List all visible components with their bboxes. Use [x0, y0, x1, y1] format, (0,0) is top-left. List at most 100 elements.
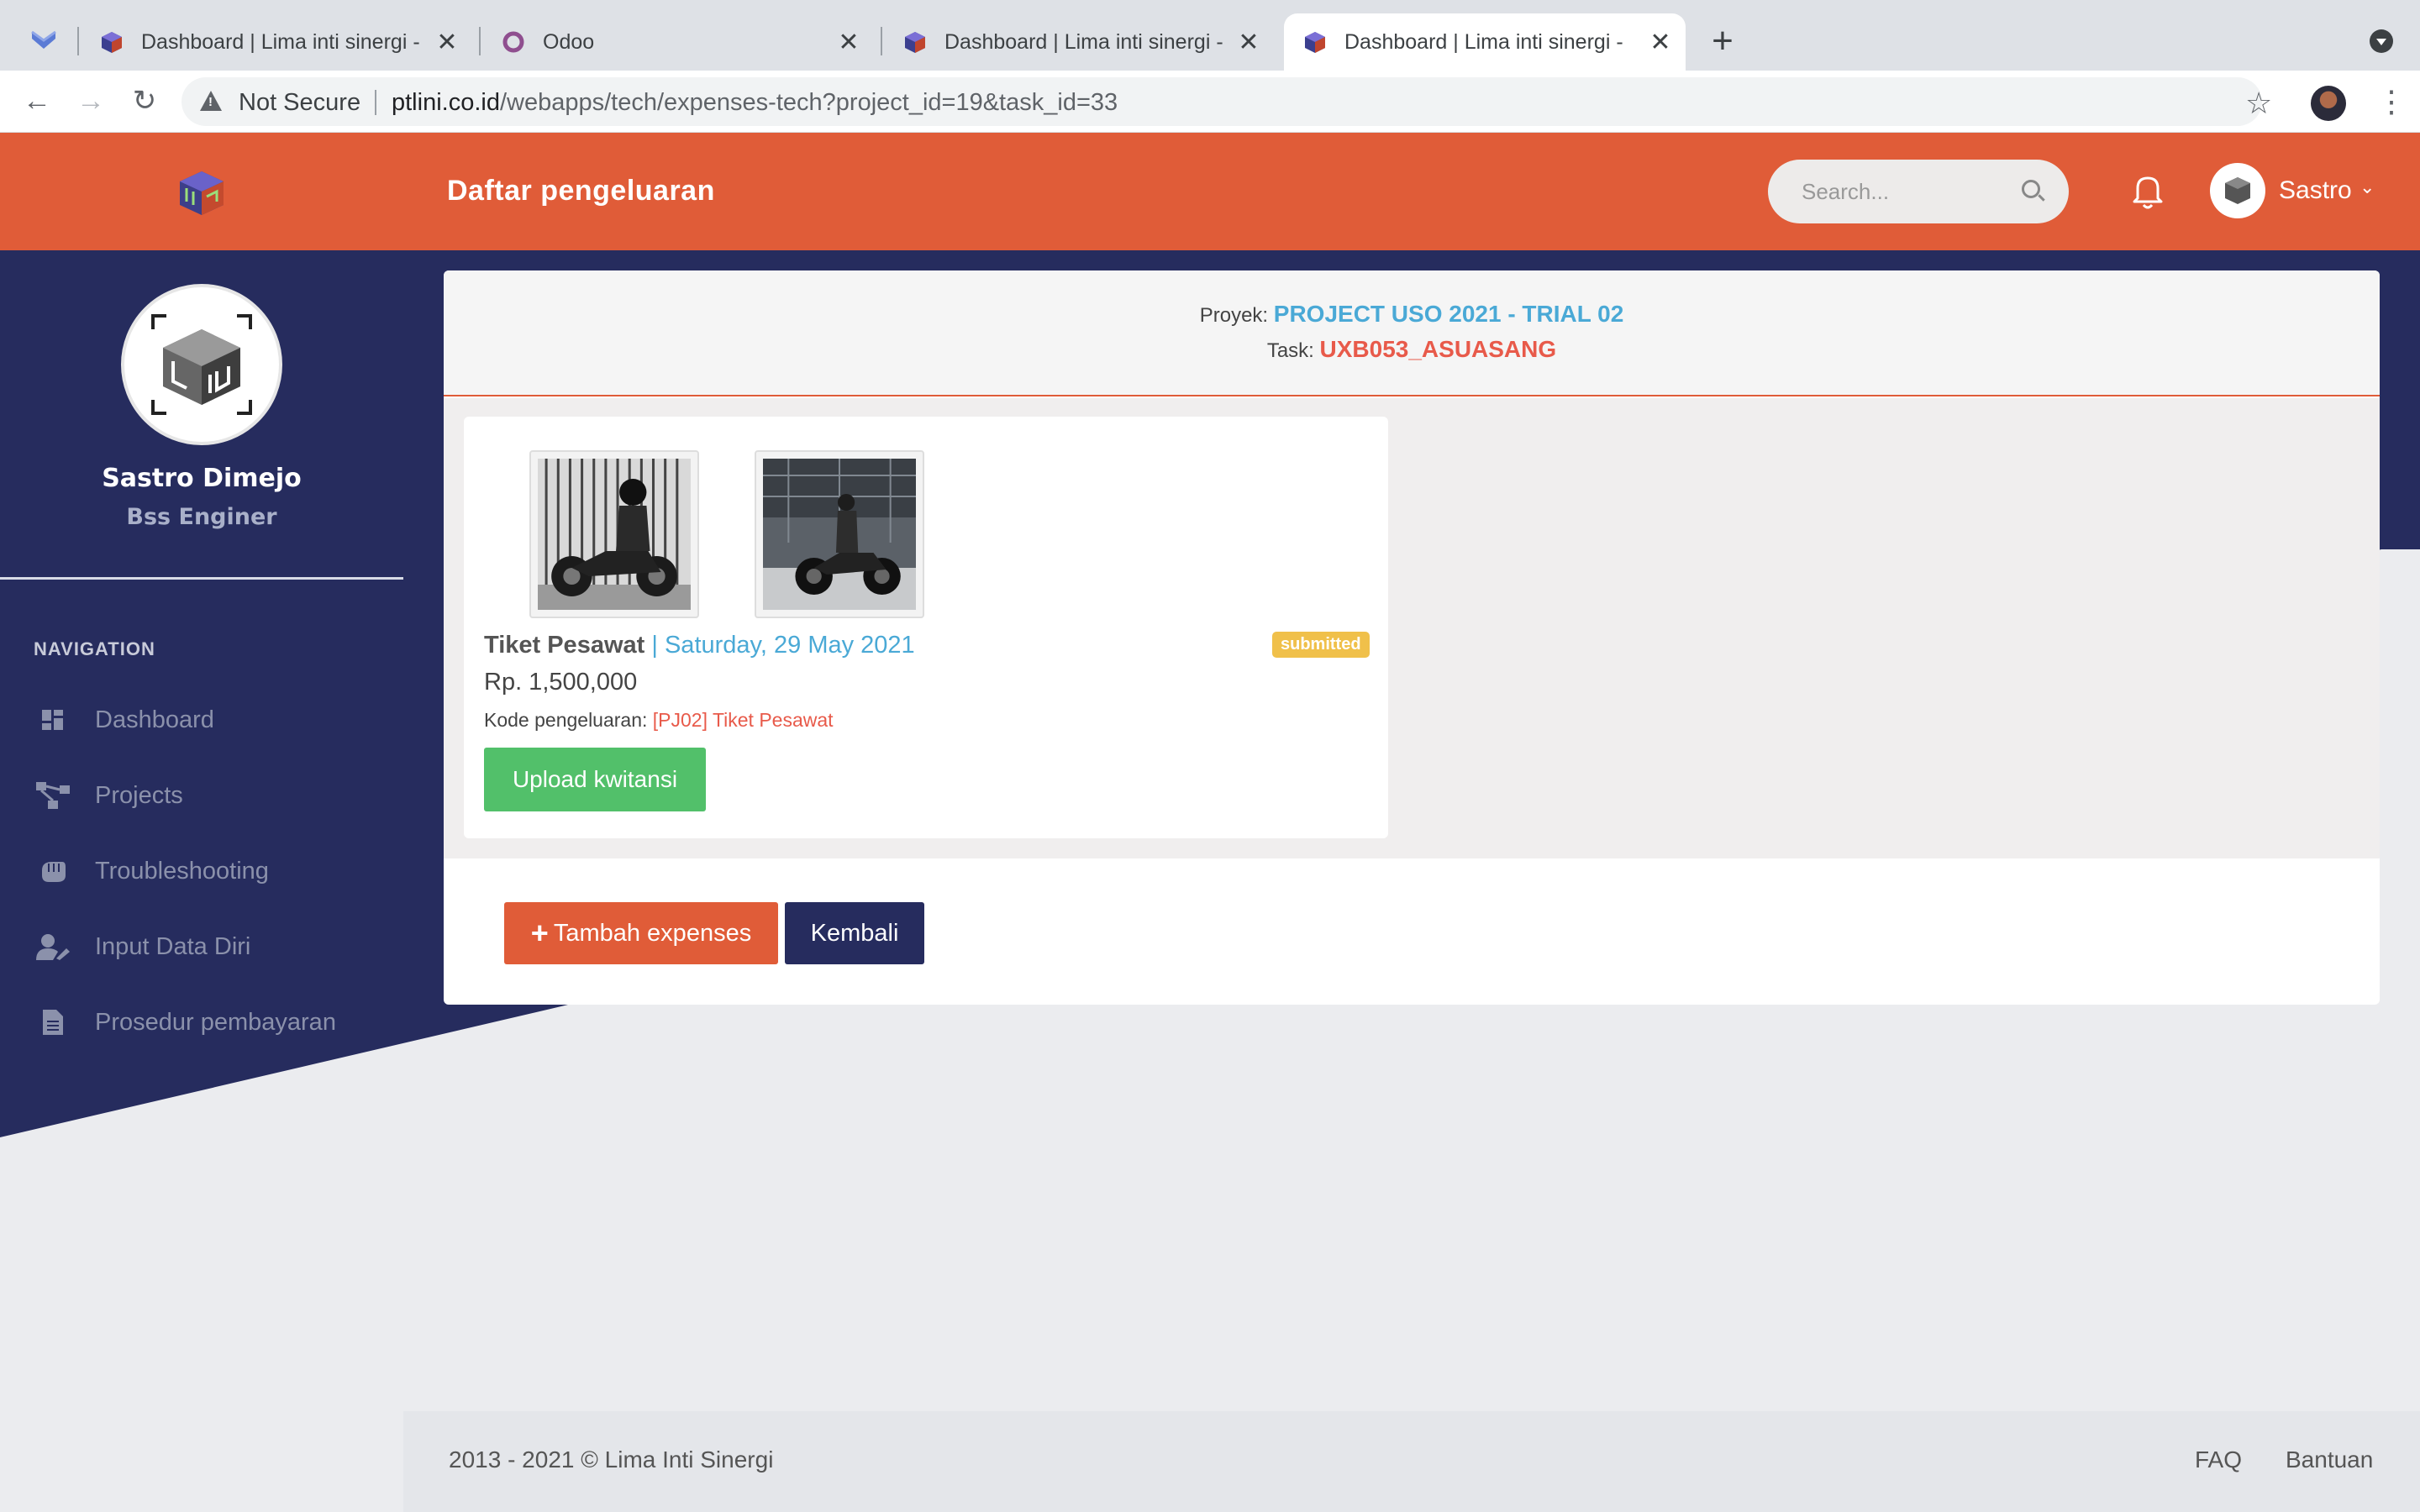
expense-amount: Rp. 1,500,000	[484, 669, 638, 696]
card-header: Proyek: PROJECT USO 2021 - TRIAL 02 Task…	[444, 270, 2380, 396]
bell-icon[interactable]	[2131, 171, 2165, 210]
browser-menu-icon[interactable]: ⋮	[2376, 84, 2407, 119]
sitemap-icon	[34, 780, 72, 811]
sidebar-item-label: Troubleshooting	[95, 857, 269, 885]
tab-separator	[77, 27, 79, 55]
project-label: Proyek:	[1199, 304, 1269, 327]
reload-icon[interactable]: ↻	[126, 82, 163, 119]
browser-tab[interactable]: Odoo ✕	[482, 13, 874, 71]
tab-separator	[479, 27, 481, 55]
close-tab-icon[interactable]: ✕	[1232, 28, 1265, 57]
tab-separator	[881, 27, 882, 55]
browser-tab[interactable]: Dashboard | Lima inti sinergi - ✕	[81, 13, 472, 71]
new-tab-icon[interactable]: +	[1706, 20, 1739, 62]
search-input[interactable]	[1802, 175, 2012, 208]
task-name: UXB053_ASUASANG	[1319, 336, 1557, 362]
tab-title: Dashboard | Lima inti sinergi -	[1344, 29, 1623, 54]
user-avatar[interactable]	[2210, 163, 2265, 218]
add-expense-button[interactable]: + Tambah expenses	[504, 902, 778, 964]
tab-search-icon[interactable]	[2370, 29, 2393, 53]
copyright-text: 2013 - 2021 © Lima Inti Sinergi	[449, 1446, 774, 1473]
browser-tab-bar: Dashboard | Lima inti sinergi - ✕ Odoo ✕…	[0, 0, 2420, 71]
browser-tab-active[interactable]: Dashboard | Lima inti sinergi - ✕	[1284, 13, 1686, 71]
user-edit-icon	[34, 932, 72, 962]
plus-icon: +	[530, 916, 549, 950]
brand-logo[interactable]	[173, 168, 230, 217]
expense-title: Tiket Pesawat | Saturday, 29 May 2021	[484, 632, 915, 659]
dashboard-icon	[34, 705, 72, 735]
add-expense-label: Tambah expenses	[553, 919, 752, 947]
chevron-down-icon[interactable]: ⌄	[2360, 176, 2375, 198]
sidebar-item-dashboard[interactable]: Dashboard	[34, 699, 214, 741]
sidebar-divider	[0, 577, 403, 580]
profile-picture[interactable]	[121, 284, 282, 445]
tab-title: Dashboard | Lima inti sinergi -	[944, 29, 1223, 54]
project-name: PROJECT USO 2021 - TRIAL 02	[1273, 301, 1624, 327]
back-button[interactable]: Kembali	[785, 902, 924, 964]
motorcycle-photo	[763, 459, 916, 610]
expense-code-label: Kode pengeluaran:	[484, 709, 648, 731]
faq-link[interactable]: FAQ	[2195, 1446, 2242, 1473]
page-title: Daftar pengeluaran	[447, 175, 715, 207]
odoo-favicon-icon	[502, 31, 524, 53]
cube-favicon-icon	[905, 32, 925, 53]
receipt-thumbnail[interactable]	[529, 450, 699, 618]
sidebar-item-prosedur-pembayaran[interactable]: Prosedur pembayaran	[34, 1001, 336, 1043]
warning-icon	[200, 91, 222, 111]
expenses-card: Proyek: PROJECT USO 2021 - TRIAL 02 Task…	[444, 270, 2380, 1005]
address-bar[interactable]: Not Secure ptlini.co.id/webapps/tech/exp…	[182, 77, 2262, 126]
company-logo-icon	[151, 314, 252, 415]
motorcycle-photo	[538, 459, 691, 610]
expense-separator: |	[651, 632, 658, 659]
browser-toolbar: ← → ↻ Not Secure ptlini.co.id/webapps/te…	[0, 71, 2420, 133]
profile-name: Sastro Dimejo	[102, 464, 302, 493]
search-icon[interactable]	[2022, 180, 2040, 198]
nav-heading: NAVIGATION	[34, 638, 155, 659]
sidebar-item-projects[interactable]: Projects	[34, 774, 183, 816]
url-text[interactable]: ptlini.co.id/webapps/tech/expenses-tech?…	[392, 89, 1118, 117]
sidebar-item-label: Projects	[95, 781, 183, 809]
project-line: Proyek: PROJECT USO 2021 - TRIAL 02	[444, 301, 2380, 328]
cube-favicon-icon	[1305, 32, 1325, 53]
close-tab-icon[interactable]: ✕	[430, 28, 464, 57]
expense-date: Saturday, 29 May 2021	[664, 632, 915, 659]
browser-tab[interactable]: Dashboard | Lima inti sinergi - ✕	[884, 13, 1274, 71]
browser-profile-avatar[interactable]	[2311, 86, 2346, 121]
document-icon	[34, 1007, 72, 1037]
expense-code-value: [PJ02] Tiket Pesawat	[652, 709, 834, 731]
tab-title: Odoo	[543, 29, 595, 54]
app-logo-icon	[31, 30, 56, 49]
sidebar-item-label: Input Data Diri	[95, 932, 251, 960]
task-label: Task:	[1266, 339, 1314, 362]
cube-favicon-icon	[102, 32, 122, 53]
sidebar-item-label: Dashboard	[95, 706, 214, 733]
expense-item: Tiket Pesawat | Saturday, 29 May 2021 su…	[464, 417, 1388, 838]
profile-role: Bss Enginer	[126, 504, 277, 530]
footer: 2013 - 2021 © Lima Inti Sinergi FAQ Bant…	[403, 1411, 2420, 1512]
expense-name: Tiket Pesawat	[484, 632, 645, 659]
url-path: /webapps/tech/expenses-tech?project_id=1…	[499, 89, 1118, 116]
app-header: Daftar pengeluaran Sastro ⌄	[0, 133, 2420, 250]
forward-icon[interactable]: →	[72, 82, 109, 119]
back-icon[interactable]: ←	[18, 82, 55, 119]
search-box[interactable]	[1768, 160, 2069, 223]
upload-receipt-button[interactable]: Upload kwitansi	[484, 748, 706, 811]
status-badge: submitted	[1272, 632, 1370, 658]
expense-code: Kode pengeluaran: [PJ02] Tiket Pesawat	[484, 709, 834, 732]
security-label[interactable]: Not Secure	[239, 89, 360, 117]
help-link[interactable]: Bantuan	[2286, 1446, 2373, 1473]
hand-icon	[34, 856, 72, 886]
task-line: Task: UXB053_ASUASANG	[444, 336, 2380, 363]
receipt-thumbnail[interactable]	[755, 450, 924, 618]
sidebar-item-label: Prosedur pembayaran	[95, 1008, 336, 1036]
url-domain: ptlini.co.id	[392, 89, 500, 116]
user-name[interactable]: Sastro	[2279, 176, 2352, 205]
close-tab-icon[interactable]: ✕	[1644, 28, 1677, 57]
sidebar-item-troubleshooting[interactable]: Troubleshooting	[34, 850, 269, 892]
sidebar-item-input-data-diri[interactable]: Input Data Diri	[34, 926, 250, 968]
company-logo-icon	[2225, 177, 2250, 204]
divider	[375, 90, 376, 115]
bookmark-star-icon[interactable]: ☆	[2245, 86, 2272, 121]
close-tab-icon[interactable]: ✕	[832, 28, 865, 57]
tab-title: Dashboard | Lima inti sinergi -	[141, 29, 420, 54]
